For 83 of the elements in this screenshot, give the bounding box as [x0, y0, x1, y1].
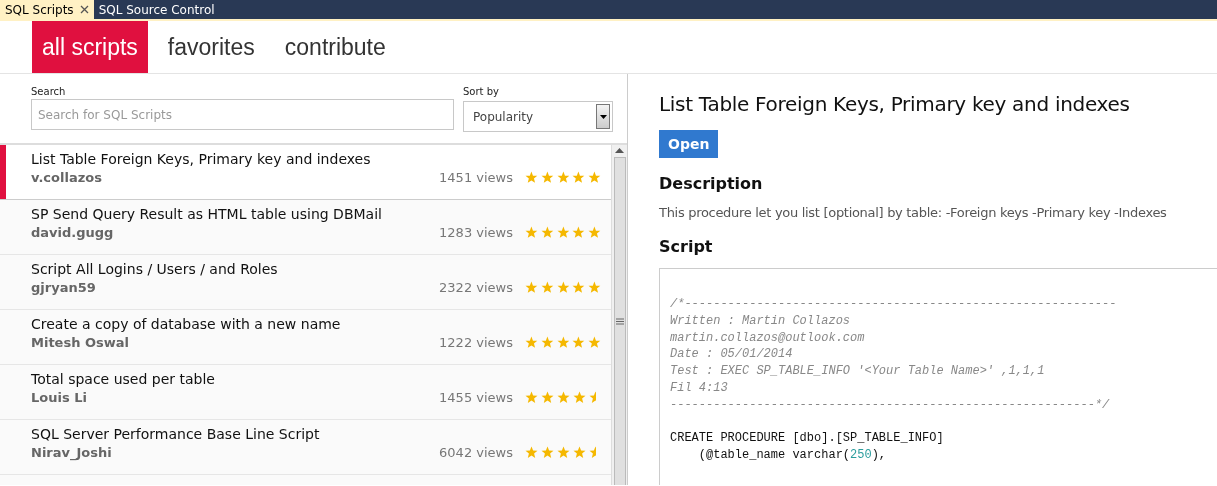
sort-label: Sort by — [463, 86, 500, 97]
dropdown-button[interactable] — [596, 104, 610, 129]
star-icon — [541, 446, 554, 459]
script-author: v.collazos — [31, 170, 103, 185]
description-text: This procedure let you list [optional] by table: -Foreign keys -Primary key -Indexes — [659, 205, 1168, 220]
star-icon — [556, 171, 570, 184]
script-section-heading: Script — [659, 237, 714, 256]
document-tab[interactable]: SQL Source Control — [93, 0, 220, 19]
script-author: gjryan59 — [31, 280, 97, 295]
open-button[interactable]: Open — [659, 130, 719, 158]
view-count: 2322 views — [439, 280, 513, 295]
star-icon — [572, 336, 586, 349]
star-icon — [557, 391, 570, 404]
script-list-item[interactable]: SP Send Query Result as HTML table using DBMail david.gugg 1283 views — [0, 200, 611, 255]
view-count: 1222 views — [439, 335, 513, 350]
document-tab[interactable]: SQL Scripts — [0, 0, 94, 19]
star-icon — [525, 226, 538, 239]
code-line: Fil 4:13 — [670, 380, 729, 397]
half-star-icon — [589, 391, 596, 404]
star-icon — [541, 391, 554, 404]
description-heading: Description — [659, 174, 764, 193]
star-icon — [588, 336, 601, 349]
grip-icon — [615, 318, 624, 325]
star-icon — [572, 226, 586, 239]
star-icon — [588, 281, 601, 294]
scrollbar[interactable] — [611, 145, 627, 485]
code-line: (@table_name varchar(250), — [697, 447, 888, 464]
star-icon — [588, 171, 601, 184]
code-line: Written : Martin Collazos — [670, 312, 852, 330]
star-icon — [556, 281, 570, 294]
view-count: 1455 views — [439, 390, 513, 405]
scroll-up-arrow-icon[interactable] — [615, 148, 624, 153]
star-icon — [525, 446, 538, 459]
script-title: Script All Logins / Users / and Roles — [31, 261, 279, 277]
view-count: 1283 views — [439, 225, 513, 240]
star-icon — [540, 226, 554, 239]
code-line: -----------------------------------------------------------*/ — [670, 396, 1111, 414]
half-star-icon — [589, 446, 596, 459]
nav-tab[interactable]: contribute — [274, 21, 396, 73]
code-line: Date : 05/01/2014 — [670, 346, 794, 364]
star-icon — [525, 281, 538, 294]
star-icon — [572, 171, 586, 184]
code-line: /*------------------------------------------------------------ — [670, 296, 1118, 313]
script-title: SP Send Query Result as HTML table using DBMail — [31, 206, 383, 222]
caret-icon — [599, 114, 607, 119]
script-author: Nirav_Joshi — [31, 445, 113, 460]
star-icon — [573, 446, 586, 459]
script-author: Louis Li — [31, 390, 88, 405]
star-icon — [557, 446, 570, 459]
star-icon — [525, 171, 538, 184]
star-icon — [525, 391, 538, 404]
star-icon — [540, 171, 554, 184]
star-icon — [556, 336, 570, 349]
script-heading: List Table Foreign Keys, Primary key and indexes — [659, 92, 1131, 116]
script-author: david.gugg — [31, 225, 115, 240]
script-list-item[interactable]: SQL Server Performance Base Line Script Nirav_Joshi 6042 views — [0, 420, 611, 475]
script-title: SQL Server Performance Base Line Script — [31, 426, 321, 442]
close-icon[interactable] — [79, 5, 89, 14]
star-icon — [525, 336, 538, 349]
star-icon — [556, 226, 570, 239]
code-line: martin.collazos@outlook.com — [670, 329, 866, 347]
sort-dropdown[interactable]: Popularity — [463, 101, 613, 132]
nav-tab[interactable]: favorites — [157, 21, 265, 73]
star-icon — [540, 281, 554, 294]
star-icon — [573, 391, 586, 404]
script-author: Mitesh Oswal — [31, 335, 130, 350]
code-line: Test : EXEC SP_TABLE_INFO '<Your Table Name>' ,1,1,1 — [670, 363, 1046, 380]
script-list-item[interactable]: Script All Logins / Users / and Roles gjryan59 2322 views — [0, 255, 611, 310]
view-count: 6042 views — [439, 445, 513, 460]
view-count: 1451 views — [439, 170, 513, 185]
star-icon — [588, 226, 601, 239]
script-title: Total space used per table — [31, 371, 216, 387]
code-line: CREATE PROCEDURE [dbo].[SP_TABLE_INFO] — [670, 430, 945, 448]
script-list-item[interactable]: Create a copy of database with a new name Mitesh Oswal 1222 views — [0, 310, 611, 365]
script-list-item[interactable]: Total space used per table Louis Li 1455 views — [0, 365, 611, 420]
search-field[interactable]: Search for SQL Scripts — [31, 99, 454, 130]
script-list-item[interactable]: List Table Foreign Keys, Primary key and indexes v.collazos 1451 views — [0, 145, 611, 200]
search-label: Search — [31, 86, 67, 97]
star-icon — [540, 336, 554, 349]
nav-tab[interactable]: all scripts — [32, 21, 148, 73]
script-title: List Table Foreign Keys, Primary key and indexes — [31, 151, 372, 167]
script-title: Create a copy of database with a new name — [31, 316, 342, 332]
star-icon — [572, 281, 586, 294]
